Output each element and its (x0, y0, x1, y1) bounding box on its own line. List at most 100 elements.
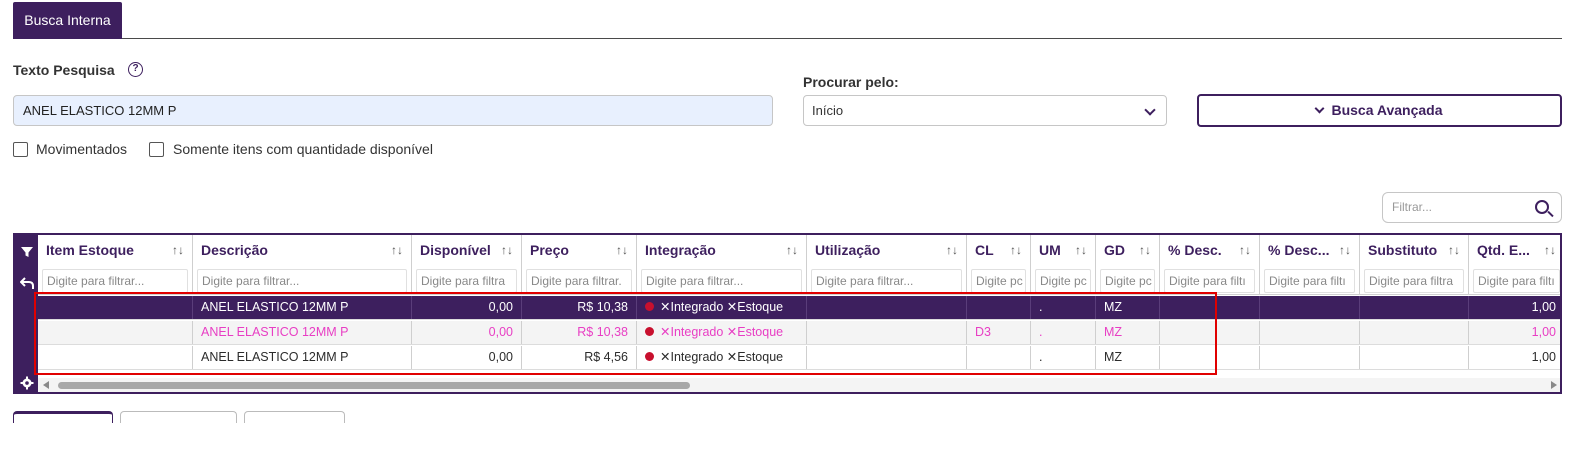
table-row[interactable]: ANEL ELASTICO 12MM P 0,00 R$ 10,38 ✕Inte… (38, 321, 1560, 345)
movimentados-label: Movimentados (36, 141, 128, 157)
col-filter-integracao[interactable]: Digite para filtrar... (637, 266, 807, 294)
col-header-desc2[interactable]: % Desc... ↑↓ (1260, 235, 1360, 266)
gear-icon[interactable] (19, 376, 34, 391)
col-header-cl[interactable]: CL ↑↓ (967, 235, 1031, 266)
sort-icon[interactable]: ↑↓ (172, 235, 184, 266)
tab-bar: Busca Interna (13, 0, 1562, 39)
cell-desc2 (1260, 321, 1360, 344)
cell-substituto (1360, 296, 1469, 319)
sort-icon[interactable]: ↑↓ (1139, 235, 1151, 266)
help-icon[interactable]: ? (128, 62, 143, 77)
col-filter-utilizacao[interactable]: Digite para filtrar... (807, 266, 967, 294)
sort-icon[interactable]: ↑↓ (1448, 235, 1460, 266)
cell-um: . (1031, 296, 1096, 319)
tab-busca-interna[interactable]: Busca Interna (13, 2, 122, 39)
results-grid: Item Estoque ↑↓ Descrição ↑↓ Disponível ↑↓ … (13, 233, 1562, 394)
bottom-button-primary[interactable] (13, 411, 113, 423)
cell-gd: MZ (1096, 296, 1160, 319)
col-header-desc1[interactable]: % Desc. ↑↓ (1160, 235, 1260, 266)
sort-icon[interactable]: ↑↓ (1239, 235, 1251, 266)
sort-icon[interactable]: ↑↓ (1544, 235, 1556, 266)
cell-disponivel: 0,00 (412, 296, 522, 319)
undo-icon[interactable] (19, 276, 34, 291)
grid-filter-input[interactable]: Filtrar... (1382, 192, 1562, 223)
cell-qtd: 1,00 (1531, 350, 1556, 364)
chevron-down-icon (1315, 103, 1325, 114)
cell-gd: MZ (1096, 346, 1160, 369)
grid-header-row: Item Estoque ↑↓ Descrição ↑↓ Disponível ↑↓ … (38, 235, 1560, 266)
cell-desc1 (1160, 346, 1260, 369)
procurar-label: Procurar pelo: (803, 74, 899, 90)
cell-gd: MZ (1096, 321, 1160, 344)
table-row[interactable]: ANEL ELASTICO 12MM P 0,00 R$ 10,38 ✕Inte… (38, 296, 1560, 320)
table-row[interactable]: ANEL ELASTICO 12MM P 0,00 R$ 4,56 ✕Integ… (38, 346, 1560, 370)
sort-icon[interactable]: ↑↓ (391, 235, 403, 266)
cell-cl: D3 (967, 321, 1031, 344)
cell-descricao: ANEL ELASTICO 12MM P (193, 321, 412, 344)
col-header-qtd[interactable]: Qtd. E... ↑↓ (1469, 235, 1560, 266)
cell-desc1 (1160, 296, 1260, 319)
status-dot-icon (645, 352, 654, 361)
sort-icon[interactable]: ↑↓ (946, 235, 958, 266)
somente-disponivel-checkbox[interactable] (149, 142, 164, 157)
col-header-item-estoque[interactable]: Item Estoque ↑↓ (38, 235, 193, 266)
col-filter-descricao[interactable]: Digite para filtrar... (193, 266, 412, 294)
busca-interna-page: Busca Interna Texto Pesquisa ? Procurar … (0, 0, 1574, 454)
movimentados-checkbox[interactable] (13, 142, 28, 157)
col-filter-um[interactable]: Digite pc (1031, 266, 1096, 294)
scroll-left-icon[interactable] (43, 381, 49, 389)
bottom-button-secondary[interactable] (120, 411, 237, 423)
scrollbar-thumb[interactable] (58, 382, 690, 389)
cell-preco: R$ 10,38 (522, 296, 637, 319)
col-filter-cl[interactable]: Digite pc (967, 266, 1031, 294)
col-header-um[interactable]: UM ↑↓ (1031, 235, 1096, 266)
cell-substituto (1360, 321, 1469, 344)
cell-utilizacao (807, 321, 967, 344)
col-filter-gd[interactable]: Digite pc (1096, 266, 1160, 294)
somente-disponivel-label: Somente itens com quantidade disponível (173, 141, 433, 157)
sort-icon[interactable]: ↑↓ (1010, 235, 1022, 266)
status-dot-icon (645, 327, 654, 336)
search-icon[interactable] (1535, 200, 1549, 214)
cell-desc2 (1260, 296, 1360, 319)
sort-icon[interactable]: ↑↓ (1339, 235, 1351, 266)
col-header-descricao[interactable]: Descrição ↑↓ (193, 235, 412, 266)
sort-icon[interactable]: ↑↓ (501, 235, 513, 266)
col-filter-desc2[interactable]: Digite para filtı (1260, 266, 1360, 294)
cell-item-estoque (38, 346, 193, 369)
bottom-button-tertiary[interactable] (244, 411, 345, 423)
col-header-disponivel[interactable]: Disponível ↑↓ (412, 235, 522, 266)
cell-disponivel: 0,00 (412, 321, 522, 344)
grid-sidebar (15, 235, 38, 392)
col-filter-preco[interactable]: Digite para filtrar. (522, 266, 637, 294)
cell-preco: R$ 4,56 (522, 346, 637, 369)
col-filter-substituto[interactable]: Digite para filtra (1360, 266, 1469, 294)
busca-avancada-label: Busca Avançada (1331, 102, 1443, 118)
col-header-integracao[interactable]: Integração ↑↓ (637, 235, 807, 266)
col-header-preco[interactable]: Preço ↑↓ (522, 235, 637, 266)
sort-icon[interactable]: ↑↓ (1075, 235, 1087, 266)
col-header-gd[interactable]: GD ↑↓ (1096, 235, 1160, 266)
cell-item-estoque (38, 321, 193, 344)
status-dot-icon (645, 302, 654, 311)
cell-cl (967, 346, 1031, 369)
filter-icon[interactable] (19, 245, 34, 260)
sort-icon[interactable]: ↑↓ (786, 235, 798, 266)
sort-icon[interactable]: ↑↓ (616, 235, 628, 266)
col-header-utilizacao[interactable]: Utilização ↑↓ (807, 235, 967, 266)
cell-qtd: 1,00 (1531, 300, 1556, 314)
col-header-substituto[interactable]: Substituto ↑↓ (1360, 235, 1469, 266)
cell-item-estoque (38, 296, 193, 319)
procurar-select[interactable]: Início (803, 95, 1167, 126)
search-input[interactable]: ANEL ELASTICO 12MM P (13, 95, 773, 126)
scroll-right-icon[interactable] (1551, 381, 1557, 389)
cell-desc1 (1160, 321, 1260, 344)
col-filter-desc1[interactable]: Digite para filtı (1160, 266, 1260, 294)
grid-filter-row: Digite para filtrar... Digite para filtr… (38, 266, 1560, 295)
col-filter-disponivel[interactable]: Digite para filtra (412, 266, 522, 294)
busca-avancada-button[interactable]: Busca Avançada (1197, 94, 1562, 127)
horizontal-scrollbar[interactable] (38, 378, 1560, 392)
col-filter-qtd[interactable]: Digite para filtı (1469, 266, 1560, 294)
grid-filter-placeholder: Filtrar... (1392, 200, 1433, 214)
col-filter-item-estoque[interactable]: Digite para filtrar... (38, 266, 193, 294)
